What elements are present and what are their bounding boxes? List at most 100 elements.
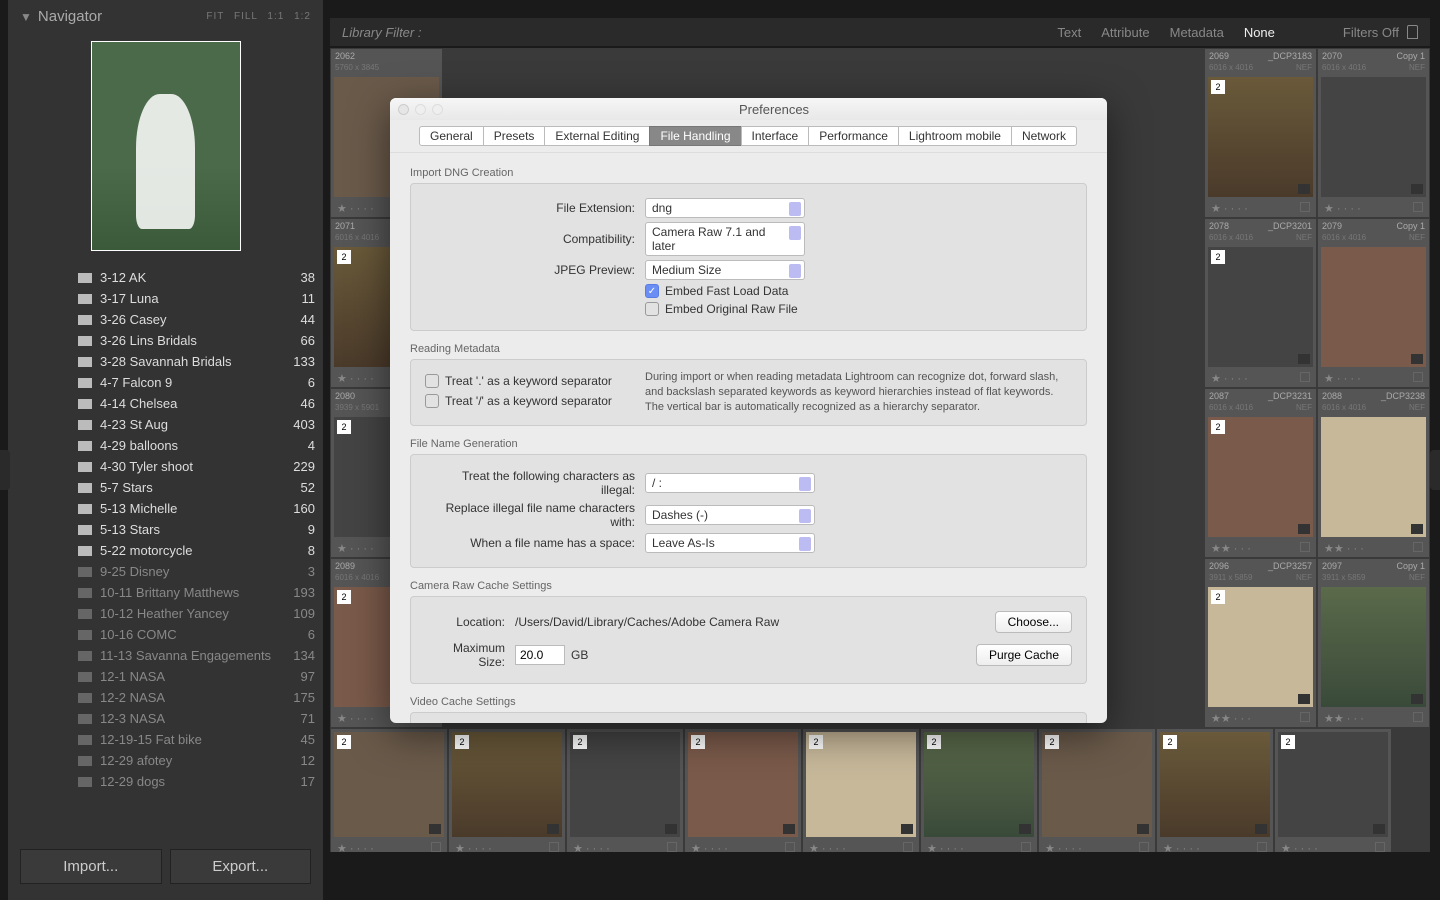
grid-cell[interactable]: 2★ · · · · [1038,728,1156,852]
rating[interactable]: ★ · · · · [337,712,374,725]
folder-item[interactable]: 12-2 NASA175 [8,687,323,708]
dialog-titlebar[interactable]: Preferences [390,98,1107,120]
choose-button[interactable]: Choose... [995,611,1072,633]
grid-cell[interactable]: 2096_DCP32573911 x 5859NEF2★★ · · · [1204,558,1317,728]
pref-tab[interactable]: General [419,126,484,146]
thumbnail[interactable]: 2 [1208,247,1313,367]
label-box[interactable] [1021,842,1031,852]
grid-cell[interactable]: 2097Copy 13911 x 5859NEF★★ · · · [1317,558,1430,728]
label-box[interactable] [1413,542,1423,552]
folder-item[interactable]: 12-3 NASA71 [8,708,323,729]
label-box[interactable] [1413,202,1423,212]
kw-slash-checkbox[interactable] [425,394,439,408]
rating[interactable]: ★ · · · · [927,842,964,852]
pref-tab[interactable]: Interface [741,126,810,146]
grid-cell[interactable]: 2★ · · · · [684,728,802,852]
label-box[interactable] [1257,842,1267,852]
embed-fast-checkbox[interactable]: ✓ [645,284,659,298]
rating[interactable]: ★ · · · · [1211,202,1248,215]
grid-cell[interactable]: 2 ★ · · · · [920,728,1038,852]
adjust-icon[interactable] [1137,824,1149,834]
folder-item[interactable]: 4-30 Tyler shoot229 [8,456,323,477]
jpeg-preview-select[interactable]: Medium Size [645,260,805,280]
max-size-input[interactable] [515,645,565,665]
adjust-icon[interactable] [1019,824,1031,834]
folder-item[interactable]: 4-14 Chelsea46 [8,393,323,414]
folder-item[interactable]: 12-29 dogs17 [8,771,323,792]
rating[interactable]: ★ · · · · [1281,842,1318,852]
pref-tab[interactable]: Lightroom mobile [898,126,1012,146]
label-box[interactable] [903,842,913,852]
label-box[interactable] [1139,842,1149,852]
zoom-icon[interactable] [432,104,443,115]
rating[interactable]: ★ · · · · [691,842,728,852]
export-button[interactable]: Export... [170,849,312,884]
folder-item[interactable]: 4-23 St Aug403 [8,414,323,435]
folder-item[interactable]: 12-1 NASA97 [8,666,323,687]
rating[interactable]: ★ · · · · [573,842,610,852]
folder-item[interactable]: 3-26 Casey44 [8,309,323,330]
filter-tab-none[interactable]: None [1236,23,1283,42]
label-box[interactable] [1413,712,1423,722]
label-box[interactable] [549,842,559,852]
rating[interactable]: ★ · · · · [1045,842,1082,852]
label-box[interactable] [1300,542,1310,552]
rating[interactable]: ★★ · · · [1324,542,1364,555]
thumbnail[interactable]: 2 [570,732,680,837]
folder-item[interactable]: 12-19-15 Fat bike45 [8,729,323,750]
thumbnail[interactable]: 2 [1160,732,1270,837]
label-box[interactable] [1300,372,1310,382]
rating[interactable]: ★ · · · · [337,542,374,555]
folder-item[interactable]: 10-11 Brittany Matthews193 [8,582,323,603]
rating[interactable]: ★ · · · · [1324,202,1361,215]
adjust-icon[interactable] [1411,184,1423,194]
adjust-icon[interactable] [665,824,677,834]
adjust-icon[interactable] [1298,524,1310,534]
rating[interactable]: ★ · · · · [337,842,374,852]
folder-item[interactable]: 12-29 afotey12 [8,750,323,771]
adjust-icon[interactable] [1411,354,1423,364]
label-box[interactable] [1413,372,1423,382]
grid-cell[interactable]: 2069_DCP31836016 x 4016NEF2★ · · · · [1204,48,1317,218]
folder-item[interactable]: 9-25 Disney3 [8,561,323,582]
grid-cell[interactable]: 2 ★ · · · · [566,728,684,852]
pref-tab[interactable]: External Editing [544,126,650,146]
grid-cell[interactable]: 2087_DCP32316016 x 4016NEF2★★ · · · [1204,388,1317,558]
folder-item[interactable]: Dogs17 [8,792,323,797]
pref-tab[interactable]: Performance [808,126,899,146]
folder-item[interactable]: 5-7 Stars52 [8,477,323,498]
minimize-icon[interactable] [415,104,426,115]
filter-tab-text[interactable]: Text [1049,23,1089,42]
navigator-preview[interactable] [91,41,241,251]
rating[interactable]: ★ · · · · [1163,842,1200,852]
navigator-fit-modes[interactable]: FIT FILL 1:1 1:2 [200,11,311,22]
grid-cell[interactable]: 2★ · · · · [802,728,920,852]
filters-off-toggle[interactable]: Filters Off [1343,25,1399,40]
lock-icon[interactable] [1407,25,1418,39]
illegal-chars-select[interactable]: / : [645,473,815,493]
label-box[interactable] [1375,842,1385,852]
adjust-icon[interactable] [783,824,795,834]
folder-item[interactable]: 3-26 Lins Bridals66 [8,330,323,351]
label-box[interactable] [1300,712,1310,722]
filter-tab-attribute[interactable]: Attribute [1093,23,1157,42]
thumbnail[interactable] [1321,247,1426,367]
adjust-icon[interactable] [547,824,559,834]
rating[interactable]: ★★ · · · [1211,542,1251,555]
adjust-icon[interactable] [1255,824,1267,834]
folder-item[interactable]: 5-13 Stars9 [8,519,323,540]
folder-item[interactable]: 3-17 Luna11 [8,288,323,309]
folder-item[interactable]: 10-16 COMC6 [8,624,323,645]
grid-cell[interactable]: 2079Copy 16016 x 4016NEF★ · · · · [1317,218,1430,388]
rating[interactable]: ★ · · · · [337,372,374,385]
thumbnail[interactable] [1321,77,1426,197]
folder-item[interactable]: 3-12 AK38 [8,267,323,288]
adjust-icon[interactable] [901,824,913,834]
thumbnail[interactable]: 2 [334,732,444,837]
thumbnail[interactable]: 2 [924,732,1034,837]
right-panel-toggle[interactable] [1430,450,1440,490]
left-panel-toggle[interactable] [0,450,10,490]
grid-cell[interactable]: 2 ★ · · · · [330,728,448,852]
thumbnail[interactable]: 2 [1208,77,1313,197]
grid-cell[interactable]: 2070Copy 16016 x 4016NEF★ · · · · [1317,48,1430,218]
